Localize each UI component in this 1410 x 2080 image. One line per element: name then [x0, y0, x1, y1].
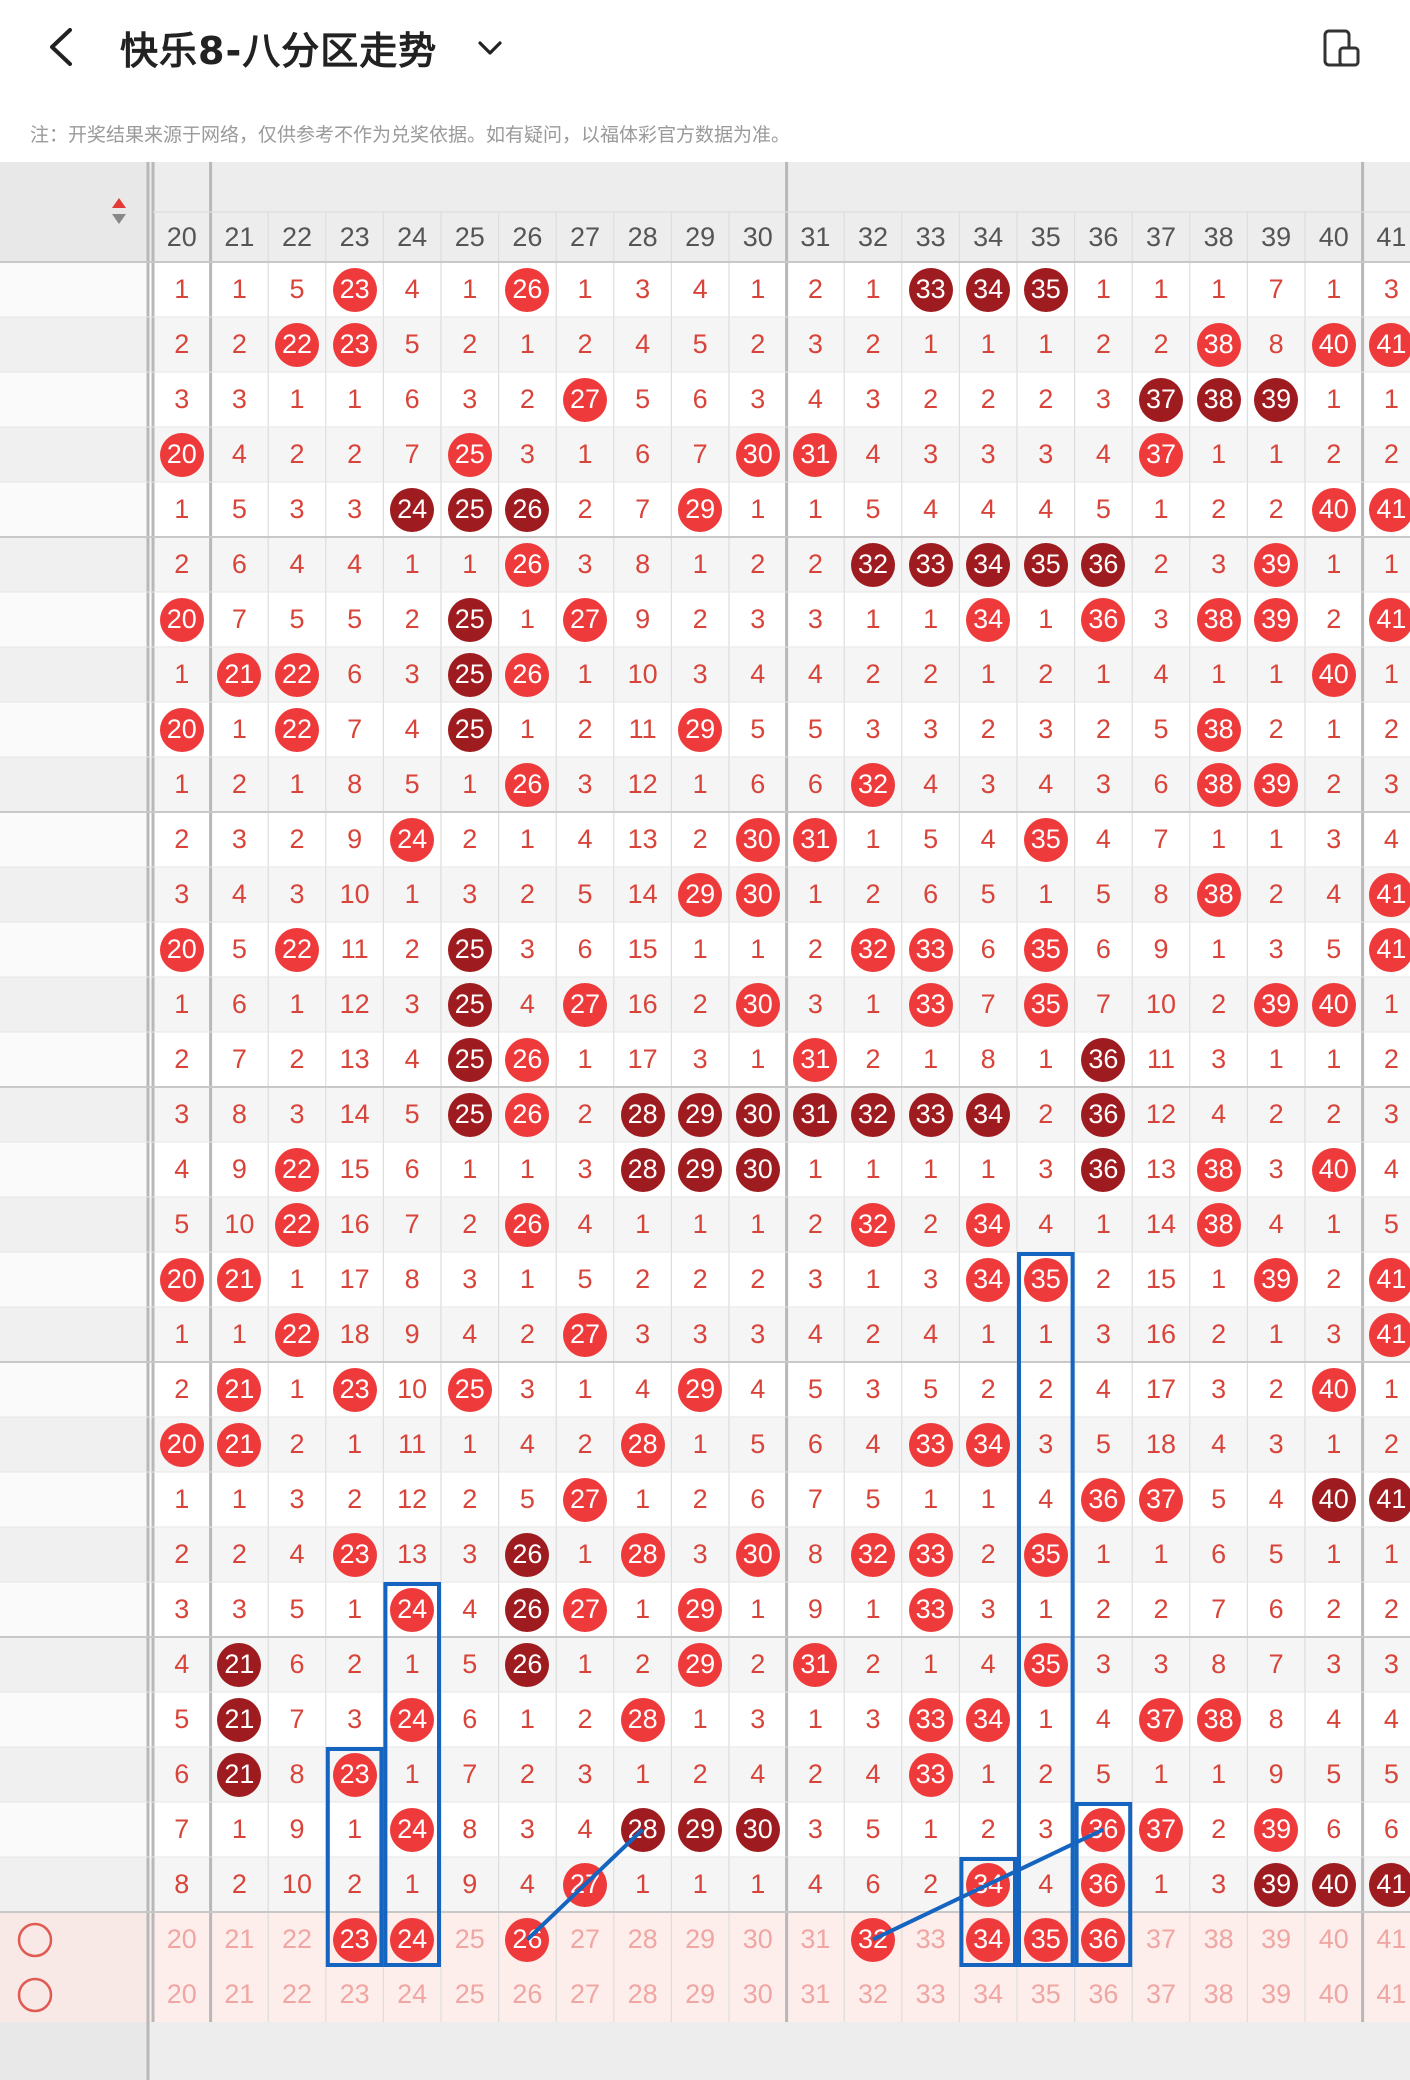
device-icon — [1323, 29, 1360, 67]
title-dropdown-button[interactable] — [472, 30, 508, 66]
app-header: 快乐8-八分区走势 — [0, 0, 1410, 96]
device-switch-button[interactable] — [1320, 28, 1362, 70]
chevron-left-icon — [50, 28, 72, 66]
annotation-line-32-36 — [872, 1827, 1105, 1942]
annotation-box-23 — [325, 1747, 384, 1967]
page-title: 快乐8-八分区走势 — [120, 29, 438, 73]
annotation-box-36 — [1074, 1802, 1133, 1967]
annotation-overlay — [325, 1252, 1133, 1967]
back-button[interactable] — [40, 22, 84, 72]
annotation-line-26-28 — [526, 1828, 644, 1941]
trend-chart-table: 20 21 22 23 24 25 26 27 28 29 30 31 32 33 34 35 36 37 38 39… — [0, 162, 1410, 2080]
disclaimer-note: 注：开奖结果来源于网络，仅供参考不作为兑奖依据。如有疑问，以福体彩官方数据为准。 — [30, 124, 791, 146]
chevron-down-icon — [478, 41, 502, 55]
annotation-box-24 — [383, 1582, 441, 1967]
